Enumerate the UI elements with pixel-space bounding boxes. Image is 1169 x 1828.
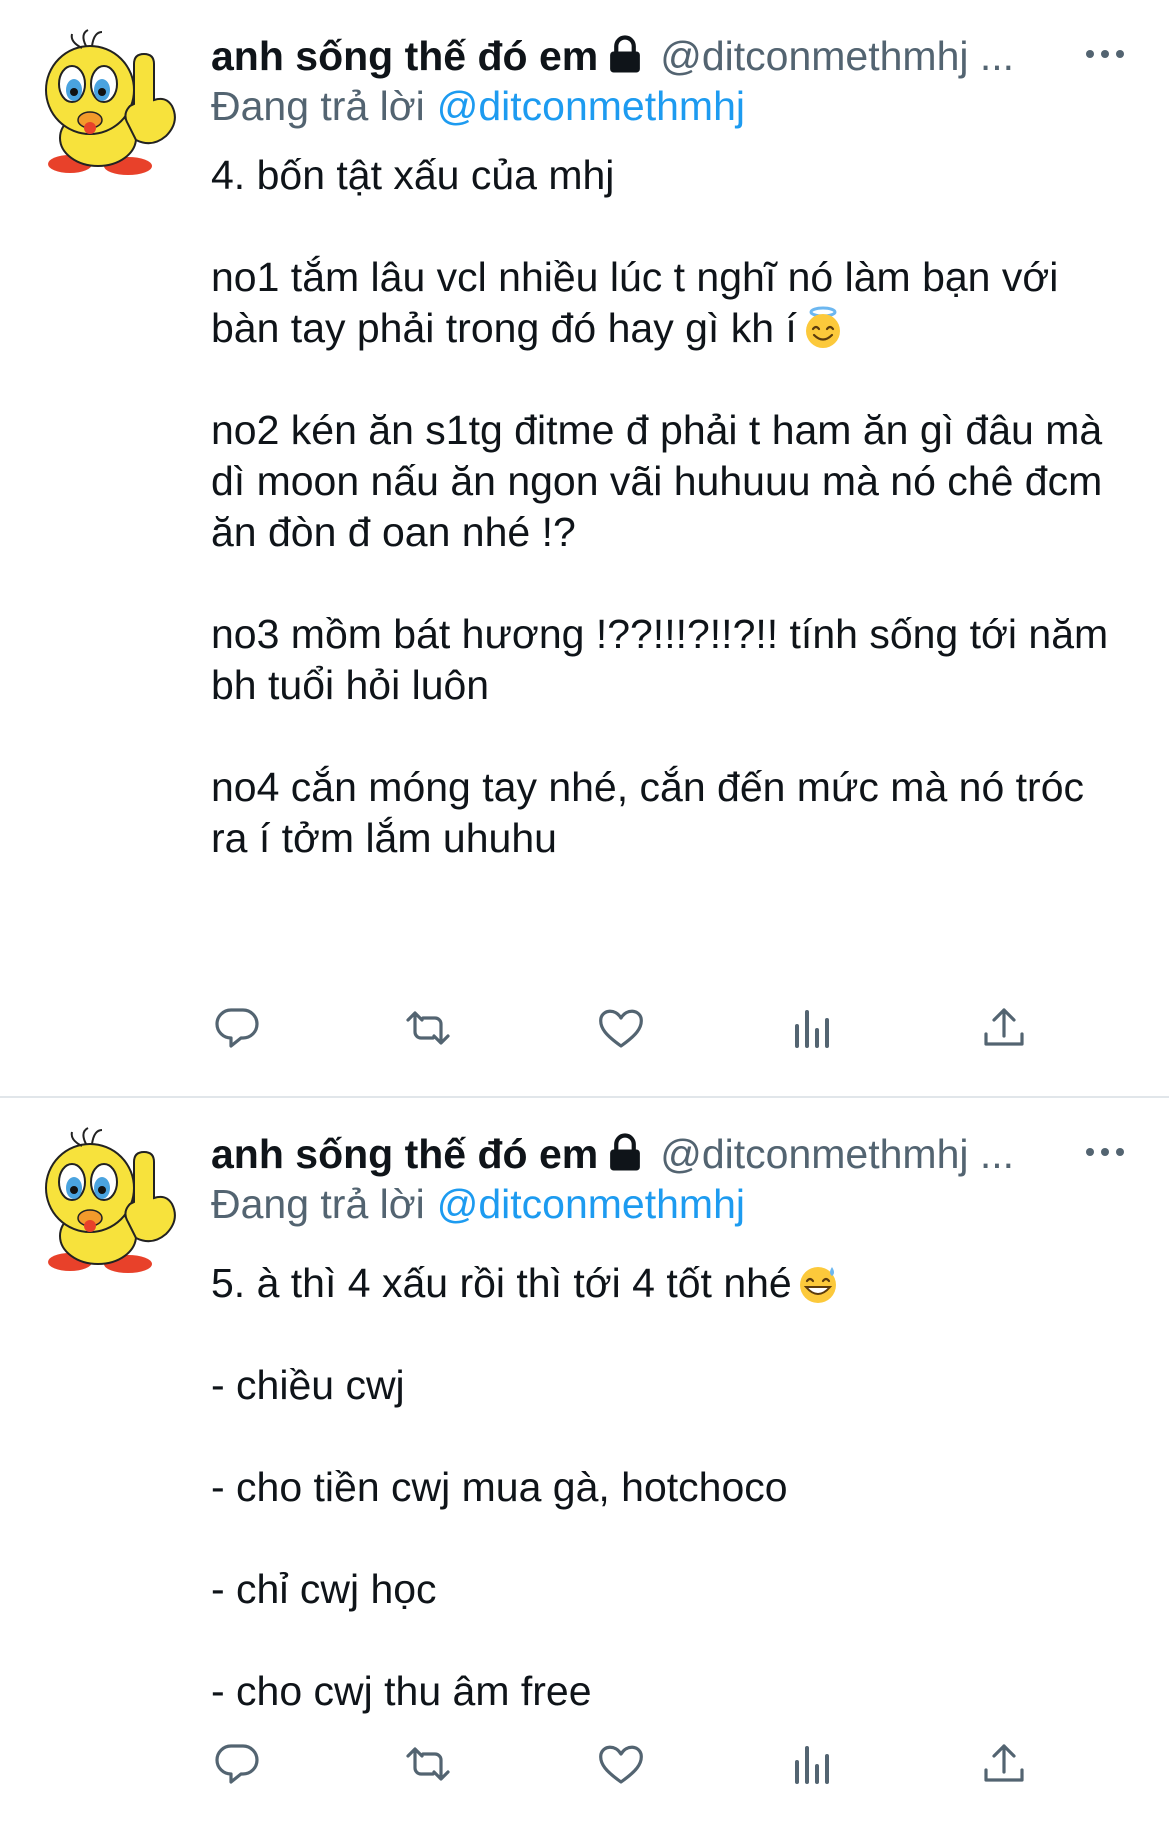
retweet-icon[interactable]: [400, 1736, 456, 1792]
more-icon[interactable]: [1081, 1132, 1129, 1172]
tweet-paragraph: - chiều cwj: [211, 1362, 405, 1408]
tweet-paragraph: no1 tắm lâu vcl nhiều lúc t nghĩ nó làm …: [211, 252, 1131, 354]
tweet-actions: [0, 1000, 1169, 1060]
tweet[interactable]: anh sống thế đó em @ditconmethmhj ... Đan…: [0, 1098, 1169, 1828]
lock-icon: [604, 1132, 646, 1174]
replying-mention-link[interactable]: @ditconmethmhj: [437, 1181, 745, 1227]
share-icon[interactable]: [976, 1000, 1032, 1056]
tweet-paragraph: - chỉ cwj học: [211, 1566, 437, 1612]
tweet-paragraph-text: no1 tắm lâu vcl nhiều lúc t nghĩ nó làm …: [211, 254, 1059, 351]
author-name[interactable]: anh sống thế đó em: [211, 1131, 598, 1177]
avatar[interactable]: [28, 1126, 188, 1286]
tweet-paragraph: 4. bốn tật xấu của mhj: [211, 152, 615, 198]
tweet-actions: [0, 1736, 1169, 1796]
replying-prefix: Đang trả lời: [211, 1181, 425, 1227]
grinning-face-with-sweat-icon: [796, 1261, 840, 1305]
lock-icon: [604, 34, 646, 76]
author-handle[interactable]: @ditconmethmhj ...: [660, 1131, 1014, 1177]
analytics-icon[interactable]: [785, 1736, 841, 1792]
tweet-paragraph: no3 mồm bát hương !??!!!?!!?!! tính sống…: [211, 611, 1109, 708]
tweet-header: anh sống thế đó em @ditconmethmhj ...: [211, 1128, 1129, 1180]
tweet[interactable]: anh sống thế đó em @ditconmethmhj ... Đan…: [0, 0, 1169, 1096]
replying-mention-link[interactable]: @ditconmethmhj: [437, 83, 745, 129]
author-name[interactable]: anh sống thế đó em: [211, 33, 598, 79]
share-icon[interactable]: [976, 1736, 1032, 1792]
replying-to: Đang trả lời @ditconmethmhj: [211, 1178, 745, 1230]
replying-to: Đang trả lời @ditconmethmhj: [211, 80, 745, 132]
like-icon[interactable]: [593, 1736, 649, 1792]
tweet-header: anh sống thế đó em @ditconmethmhj ...: [211, 30, 1129, 82]
tweet-paragraph-text: 5. à thì 4 xấu rồi thì tới 4 tốt nhé: [211, 1260, 792, 1306]
tweet-paragraph: - cho tiền cwj mua gà, hotchoco: [211, 1464, 788, 1510]
analytics-icon[interactable]: [785, 1000, 841, 1056]
reply-icon[interactable]: [209, 1736, 265, 1792]
tweet-paragraph: no2 kén ăn s1tg đitme đ phải t ham ăn gì…: [211, 407, 1103, 555]
tweet-paragraph: - cho cwj thu âm free: [211, 1668, 592, 1714]
retweet-icon[interactable]: [400, 1000, 456, 1056]
tweet-paragraph: no4 cắn móng tay nhé, cắn đến mức mà nó …: [211, 764, 1084, 861]
like-icon[interactable]: [593, 1000, 649, 1056]
replying-prefix: Đang trả lời: [211, 83, 425, 129]
tweet-text: 5. à thì 4 xấu rồi thì tới 4 tốt nhé - c…: [211, 1258, 1131, 1768]
reply-icon[interactable]: [209, 1000, 265, 1056]
author-handle[interactable]: @ditconmethmhj ...: [660, 33, 1014, 79]
tweet-text: 4. bốn tật xấu của mhj no1 tắm lâu vcl n…: [211, 150, 1131, 915]
more-icon[interactable]: [1081, 34, 1129, 74]
smiling-face-with-halo-icon: [801, 306, 845, 350]
avatar[interactable]: [28, 28, 188, 188]
tweet-paragraph: 5. à thì 4 xấu rồi thì tới 4 tốt nhé: [211, 1258, 1131, 1309]
